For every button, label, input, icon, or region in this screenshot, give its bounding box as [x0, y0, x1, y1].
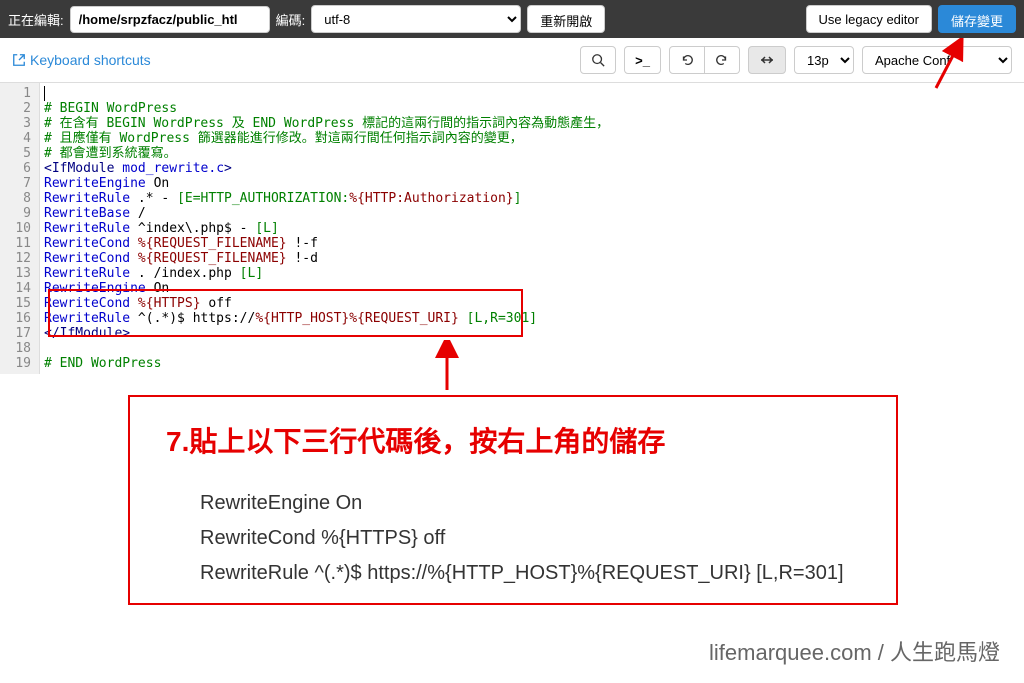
editing-label: 正在編輯: — [8, 10, 64, 29]
syntax-mode-select[interactable]: Apache Conf — [862, 46, 1012, 74]
external-link-icon — [12, 53, 26, 67]
undo-icon — [680, 53, 694, 67]
encoding-select[interactable]: utf-8 — [311, 5, 521, 33]
file-path-input[interactable] — [70, 6, 270, 33]
instruction-code-2: RewriteCond %{HTTPS} off — [200, 527, 445, 550]
watermark: lifemarquee.com / 人生跑馬燈 — [709, 635, 1000, 667]
instruction-code-1: RewriteEngine On — [200, 492, 362, 515]
search-icon — [591, 53, 605, 67]
line-gutter: 12345678910111213141516171819 — [0, 83, 40, 374]
keyboard-shortcuts-link[interactable]: Keyboard shortcuts — [12, 52, 151, 68]
code-editor[interactable]: 12345678910111213141516171819 # BEGIN Wo… — [0, 83, 1024, 374]
undo-button[interactable] — [669, 46, 705, 74]
redo-button[interactable] — [705, 46, 740, 74]
search-button[interactable] — [580, 46, 616, 74]
terminal-icon: >_ — [635, 53, 650, 68]
instruction-title: 7.貼上以下三行代碼後，按右上角的儲存 — [166, 420, 665, 460]
font-size-select[interactable]: 13px — [794, 46, 854, 74]
code-area[interactable]: # BEGIN WordPress # 在含有 BEGIN WordPress … — [40, 83, 1024, 374]
redo-icon — [715, 53, 729, 67]
keyboard-shortcuts-label: Keyboard shortcuts — [30, 52, 151, 68]
wrap-icon — [759, 53, 775, 67]
top-bar: 正在編輯: 編碼: utf-8 重新開啟 Use legacy editor 儲… — [0, 0, 1024, 38]
encoding-label: 編碼: — [276, 10, 306, 29]
editor-toolbar: Keyboard shortcuts >_ 13px Apache Conf — [0, 38, 1024, 83]
instruction-code-3: RewriteRule ^(.*)$ https://%{HTTP_HOST}%… — [200, 562, 844, 585]
cursor — [44, 86, 45, 101]
save-button[interactable]: 儲存變更 — [938, 5, 1016, 33]
legacy-editor-button[interactable]: Use legacy editor — [806, 5, 932, 33]
reopen-button[interactable]: 重新開啟 — [527, 5, 605, 33]
terminal-button[interactable]: >_ — [624, 46, 661, 74]
undo-redo-group — [669, 46, 740, 74]
wrap-button[interactable] — [748, 46, 786, 74]
